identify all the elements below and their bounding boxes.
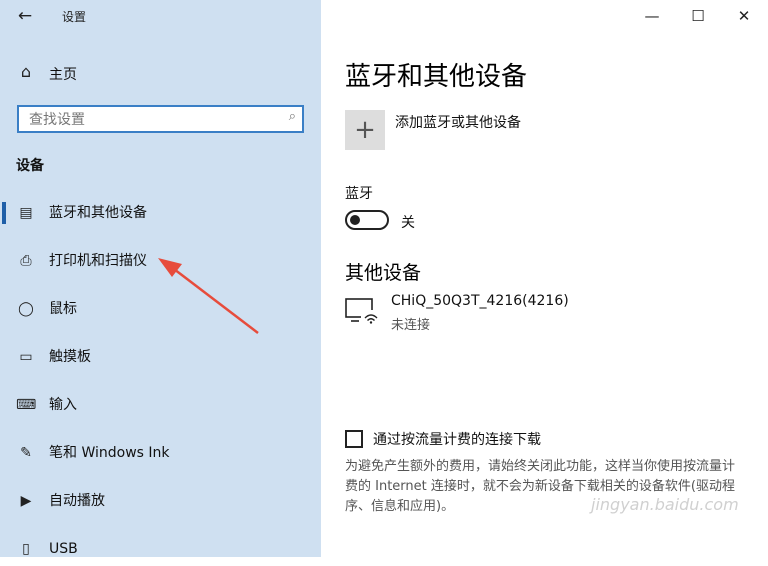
window-title: 设置 xyxy=(62,10,87,24)
metered-download-label[interactable]: 通过按流量计费的连接下载 xyxy=(373,429,541,449)
sidebar-item-label: 鼠标 xyxy=(49,301,77,317)
search-box[interactable]: ⌕ xyxy=(17,105,304,133)
sidebar-item-mouse[interactable]: ◯ 鼠标 xyxy=(0,292,321,326)
sidebar-item-label: 输入 xyxy=(49,397,77,413)
touchpad-icon: ▭ xyxy=(19,349,33,365)
sidebar-item-bluetooth[interactable]: ▤ 蓝牙和其他设备 xyxy=(0,196,321,230)
bluetooth-toggle[interactable] xyxy=(345,210,389,230)
sidebar: ← 设置 ⌂ 主页 ⌕ 设备 ▤ 蓝牙和其他设备 ⎙ 打印机和扫描仪 ◯ 鼠标 … xyxy=(0,0,321,557)
printer-icon: ⎙ xyxy=(20,253,32,269)
minimize-icon[interactable]: — xyxy=(629,0,675,32)
sidebar-item-label: 触摸板 xyxy=(49,349,91,365)
other-devices-heading: 其他设备 xyxy=(345,262,422,284)
plus-icon: + xyxy=(354,115,376,145)
device-status: 未连接 xyxy=(391,318,431,333)
search-input[interactable] xyxy=(27,108,271,132)
sidebar-item-pen[interactable]: ✎ 笔和 Windows Ink xyxy=(0,436,321,470)
section-title: 设备 xyxy=(16,158,44,174)
metered-download-checkbox[interactable] xyxy=(345,430,363,448)
home-link[interactable]: 主页 xyxy=(49,64,77,84)
sidebar-item-touchpad[interactable]: ▭ 触摸板 xyxy=(0,340,321,374)
home-icon: ⌂ xyxy=(20,62,32,81)
sidebar-item-input[interactable]: ⌨ 输入 xyxy=(0,388,321,422)
wireless-display-icon xyxy=(345,298,378,324)
autoplay-icon: ▶ xyxy=(20,493,32,509)
bluetooth-devices-icon: ▤ xyxy=(19,205,33,221)
sidebar-item-label: 蓝牙和其他设备 xyxy=(49,205,147,221)
bluetooth-state: 关 xyxy=(401,215,415,231)
toggle-knob xyxy=(350,215,360,225)
main-panel: — ☐ ✕ 蓝牙和其他设备 + 添加蓝牙或其他设备 蓝牙 关 其他设备 CHiQ… xyxy=(321,0,768,557)
back-arrow-icon[interactable]: ← xyxy=(10,3,40,29)
search-icon[interactable]: ⌕ xyxy=(289,109,296,124)
mouse-icon: ◯ xyxy=(18,301,34,317)
page-title: 蓝牙和其他设备 xyxy=(345,62,528,92)
sidebar-item-label: 笔和 Windows Ink xyxy=(49,445,170,461)
sidebar-item-label: 自动播放 xyxy=(49,493,105,509)
bluetooth-label: 蓝牙 xyxy=(345,186,373,202)
maximize-icon[interactable]: ☐ xyxy=(675,0,721,32)
sidebar-item-usb[interactable]: ▯ USB xyxy=(0,532,321,566)
sidebar-item-autoplay[interactable]: ▶ 自动播放 xyxy=(0,484,321,518)
close-icon[interactable]: ✕ xyxy=(721,0,767,32)
device-name[interactable]: CHiQ_50Q3T_4216(4216) xyxy=(391,293,569,309)
keyboard-icon: ⌨ xyxy=(16,397,37,413)
add-device-button[interactable]: + xyxy=(345,110,385,150)
usb-icon: ▯ xyxy=(22,541,30,557)
sidebar-item-printers[interactable]: ⎙ 打印机和扫描仪 xyxy=(0,244,321,278)
pen-icon: ✎ xyxy=(20,445,32,461)
watermark: jingyan.baidu.com xyxy=(591,495,739,514)
sidebar-item-label: 打印机和扫描仪 xyxy=(49,253,147,269)
add-device-label[interactable]: 添加蓝牙或其他设备 xyxy=(395,112,521,132)
